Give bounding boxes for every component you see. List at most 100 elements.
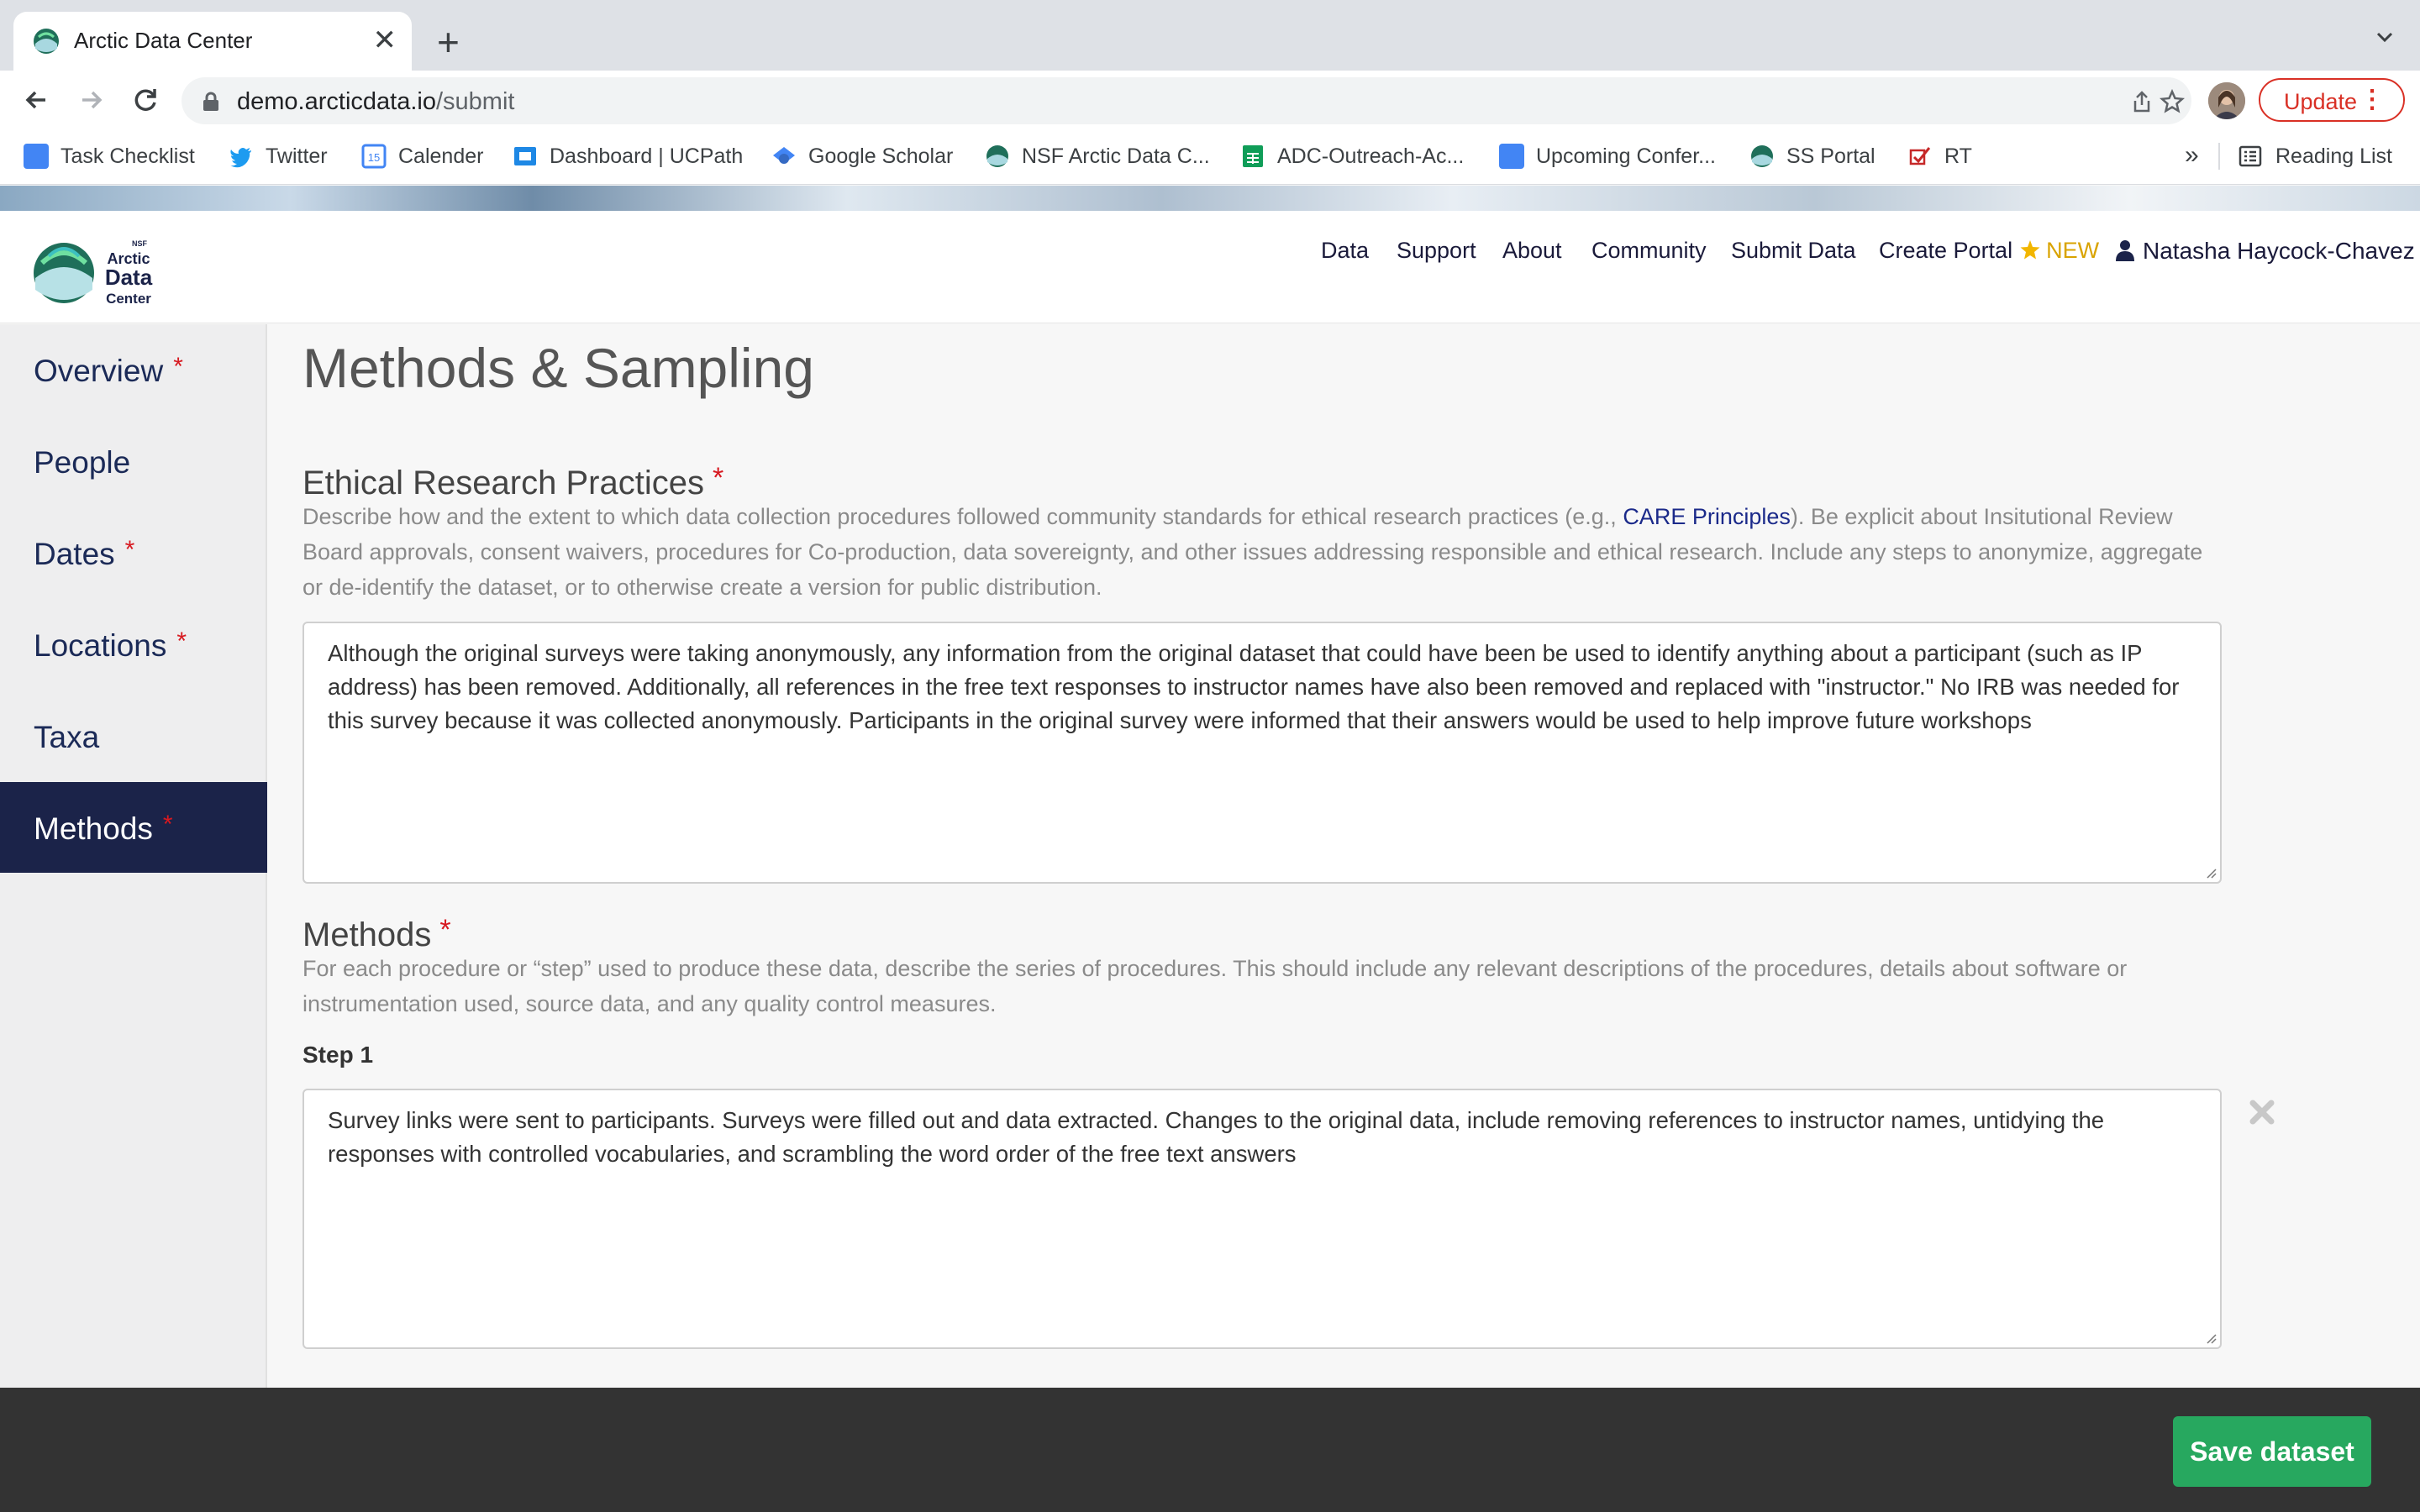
tab-title: Arctic Data Center xyxy=(74,28,253,53)
resize-handle-icon[interactable] xyxy=(2203,1331,2217,1344)
bookmark-label: Task Checklist xyxy=(60,144,195,168)
browser-tabstrip: Arctic Data Center ✕ + xyxy=(0,0,2420,71)
sidebar-item-dates[interactable]: Dates * xyxy=(0,507,267,598)
bookmark-label: Dashboard | UCPath xyxy=(550,144,744,168)
user-name: Natasha Haycock-Chavez xyxy=(2143,238,2415,264)
resize-handle-icon[interactable] xyxy=(2203,865,2217,879)
nav-community[interactable]: Community xyxy=(1591,238,1707,264)
submission-sidebar: Overview * People Dates * Locations * Taxa … xyxy=(0,324,267,1388)
sidebar-item-label: Overview xyxy=(34,354,164,388)
sidebar-item-label: People xyxy=(34,445,131,480)
scholar-icon xyxy=(773,147,795,164)
arctic-data-center-favicon-icon xyxy=(34,29,59,54)
bookmark-label: Upcoming Confer... xyxy=(1536,144,1716,168)
bookmarks-divider xyxy=(2218,143,2220,170)
more-vert-icon: ⋮ xyxy=(2360,86,2385,113)
new-tab-icon[interactable]: + xyxy=(437,17,460,67)
svg-text:15: 15 xyxy=(368,151,380,164)
bookmark-label: Calender xyxy=(398,144,484,168)
sidebar-item-label: Locations xyxy=(34,628,167,663)
nav-about[interactable]: About xyxy=(1502,238,1562,264)
ethics-textarea[interactable]: Although the original surveys were takin… xyxy=(302,622,2222,884)
browser-tab[interactable]: Arctic Data Center ✕ xyxy=(13,12,412,71)
bookmark-upcoming-conferences[interactable]: Upcoming Confer... xyxy=(1499,141,1716,171)
page-title: Methods & Sampling xyxy=(302,337,814,399)
address-bar[interactable]: demo.arcticdata.io/submit xyxy=(182,77,2191,124)
nav-submit-data[interactable]: Submit Data xyxy=(1731,238,1856,264)
bookmark-adc-outreach[interactable]: ADC-Outreach-Ac... xyxy=(1240,141,1464,171)
bookmark-star-icon[interactable] xyxy=(2160,89,2185,114)
bookmarks-bar: Task Checklist Twitter 15 Calender Dashb… xyxy=(0,129,2420,185)
ethics-help-before: Describe how and the extent to which dat… xyxy=(302,504,1623,529)
reading-list-icon xyxy=(2238,145,2262,167)
tab-search-chevron-icon[interactable] xyxy=(2371,24,2398,50)
sidebar-item-overview[interactable]: Overview * xyxy=(0,324,267,415)
new-badge: NEW xyxy=(2046,238,2100,263)
ethics-title-text: Ethical Research Practices xyxy=(302,465,704,501)
sidebar-item-people[interactable]: People xyxy=(0,416,267,507)
create-portal-label: Create Portal xyxy=(1879,238,2013,263)
sidebar-item-label: Methods xyxy=(34,811,153,846)
nav-data[interactable]: Data xyxy=(1321,238,1369,264)
user-menu[interactable]: Natasha Haycock-Chavez ▾ xyxy=(2116,238,2420,265)
ethics-textarea-value: Although the original surveys were takin… xyxy=(328,640,2180,733)
required-asterisk: * xyxy=(176,627,187,655)
ucpath-icon xyxy=(514,147,536,165)
reading-list-button[interactable]: Reading List xyxy=(2238,141,2392,171)
ethics-section-title: Ethical Research Practices * xyxy=(302,462,723,502)
rt-icon xyxy=(1909,147,1931,165)
profile-avatar[interactable] xyxy=(2208,82,2245,119)
bookmark-ucpath[interactable]: Dashboard | UCPath xyxy=(513,141,743,171)
step-1-textarea-value: Survey links were sent to participants. … xyxy=(328,1107,2105,1167)
browser-toolbar: demo.arcticdata.io/submit Update ⋮ xyxy=(0,71,2420,129)
share-icon[interactable] xyxy=(2129,89,2154,114)
more-bookmarks-chevron-icon[interactable]: » xyxy=(2185,141,2199,170)
close-tab-icon[interactable]: ✕ xyxy=(373,24,397,57)
footer-bar: Save dataset xyxy=(0,1388,2420,1512)
update-button[interactable]: Update ⋮ xyxy=(2259,78,2405,122)
required-asterisk: * xyxy=(712,462,724,494)
url-text[interactable]: demo.arcticdata.io/submit xyxy=(237,88,514,116)
sidebar-item-taxa[interactable]: Taxa xyxy=(0,690,267,781)
bookmark-label: ADC-Outreach-Ac... xyxy=(1277,144,1465,168)
reading-list-label: Reading List xyxy=(2275,144,2392,168)
bookmark-rt[interactable]: RT xyxy=(1907,141,1972,171)
methods-help-text: For each procedure or “step” used to pro… xyxy=(302,956,2128,1016)
ethics-help-text: Describe how and the extent to which dat… xyxy=(302,499,2227,605)
arctic-icon xyxy=(1751,145,1773,167)
save-dataset-button[interactable]: Save dataset xyxy=(2173,1416,2371,1487)
sidebar-item-methods[interactable]: Methods * xyxy=(0,782,267,873)
forward-arrow-icon[interactable] xyxy=(72,81,111,119)
remove-step-close-icon[interactable] xyxy=(2247,1097,2277,1127)
arctic-icon xyxy=(986,145,1008,167)
care-principles-link[interactable]: CARE Principles xyxy=(1623,504,1791,529)
nav-create-portal[interactable]: Create Portal NEW xyxy=(1879,238,2099,264)
lock-icon[interactable] xyxy=(202,92,220,112)
site-banner-image xyxy=(0,186,2420,211)
required-asterisk: * xyxy=(439,914,451,946)
bookmark-ss-portal[interactable]: SS Portal xyxy=(1749,141,1876,171)
back-arrow-icon[interactable] xyxy=(17,81,55,119)
step-1-textarea[interactable]: Survey links were sent to participants. … xyxy=(302,1089,2222,1349)
bookmark-task-checklist[interactable]: Task Checklist xyxy=(24,141,195,171)
nav-support[interactable]: Support xyxy=(1397,238,1476,264)
url-path: /submit xyxy=(435,88,515,115)
reload-icon[interactable] xyxy=(126,81,165,119)
arctic-data-center-logo-icon[interactable]: NSF Arctic Data Center xyxy=(32,226,166,310)
bookmark-google-scholar[interactable]: Google Scholar xyxy=(771,141,953,171)
star-icon xyxy=(2020,240,2040,260)
bookmark-label: Twitter xyxy=(266,144,328,168)
twitter-icon xyxy=(230,148,251,168)
sidebar-item-label: Taxa xyxy=(34,720,100,754)
bookmark-label: SS Portal xyxy=(1786,144,1876,168)
update-label: Update xyxy=(2284,89,2358,114)
bookmark-twitter[interactable]: Twitter xyxy=(229,141,328,171)
calendar-icon: 15 xyxy=(361,144,387,169)
user-icon xyxy=(2116,240,2134,261)
bookmark-label: Google Scholar xyxy=(808,144,954,168)
bookmark-calender[interactable]: 15 Calender xyxy=(361,141,483,171)
bookmark-nsf-arctic[interactable]: NSF Arctic Data C... xyxy=(985,141,1210,171)
site-header: NSF Arctic Data Center Data Support Abou… xyxy=(0,211,2420,323)
sidebar-item-locations[interactable]: Locations * xyxy=(0,599,267,690)
svg-text:Data: Data xyxy=(105,265,153,290)
